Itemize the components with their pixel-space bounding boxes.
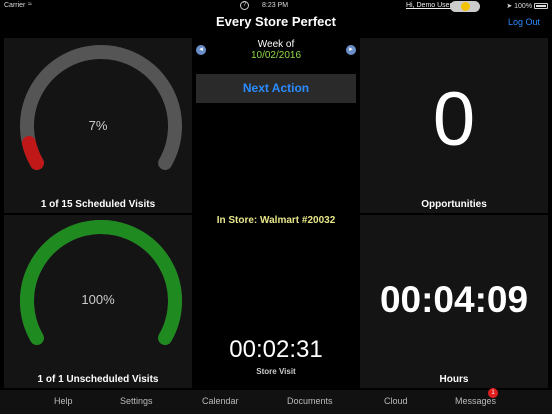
clock: 8:23 PM bbox=[262, 2, 289, 9]
gauge-fill bbox=[20, 220, 182, 345]
logout-button[interactable]: Log Out bbox=[508, 17, 540, 27]
help-icon[interactable]: ? bbox=[240, 1, 249, 10]
hours-timer: 00:04:09 bbox=[379, 279, 529, 320]
week-label: Week of bbox=[257, 39, 295, 50]
week-date: 10/02/2016 bbox=[250, 50, 302, 61]
tab-help[interactable]: Help bbox=[54, 396, 73, 406]
carrier-label: Carrier bbox=[4, 2, 26, 9]
unscheduled-percent: 100% bbox=[81, 292, 115, 307]
tab-settings[interactable]: Settings bbox=[120, 396, 153, 406]
scheduled-percent: 7% bbox=[88, 118, 108, 133]
opportunities-caption: Opportunities bbox=[421, 199, 487, 210]
navigation-bar: Hi, Demo User Every Store Perfect Log Ou… bbox=[0, 1, 552, 36]
week-panel: ◂ Week of 10/02/2016 ▸ Next Action In St… bbox=[194, 38, 358, 388]
scheduled-visits-tile[interactable]: 7% 1 of 15 Scheduled Visits bbox=[4, 38, 192, 213]
battery-icon bbox=[534, 3, 548, 9]
store-visit-timer: 00:02:31 bbox=[229, 336, 323, 363]
tab-documents[interactable]: Documents bbox=[287, 396, 333, 406]
wifi-icon: ≈ bbox=[28, 1, 32, 8]
status-right: ➤ 100% bbox=[506, 2, 548, 10]
opportunities-count: 0 bbox=[432, 77, 476, 162]
tab-cloud[interactable]: Cloud bbox=[384, 396, 408, 406]
demo-toggle[interactable] bbox=[450, 1, 480, 12]
store-visit-label: Store Visit bbox=[256, 367, 296, 376]
unscheduled-caption: 1 of 1 Unscheduled Visits bbox=[37, 374, 159, 385]
hours-tile[interactable]: 00:04:09 Hours bbox=[360, 215, 548, 388]
unscheduled-visits-tile[interactable]: 100% 1 of 1 Unscheduled Visits bbox=[4, 215, 192, 388]
gauge-fill bbox=[21, 135, 44, 170]
toggle-knob bbox=[461, 2, 470, 11]
in-store-label: In Store: Walmart #20032 bbox=[216, 215, 336, 226]
app-title: Every Store Perfect bbox=[216, 14, 336, 29]
user-greeting[interactable]: Hi, Demo User bbox=[406, 2, 452, 9]
next-action-button[interactable]: Next Action bbox=[196, 74, 356, 103]
scheduled-caption: 1 of 15 Scheduled Visits bbox=[40, 199, 156, 210]
tab-calendar[interactable]: Calendar bbox=[202, 396, 239, 406]
hours-caption: Hours bbox=[439, 374, 469, 385]
opportunities-tile[interactable]: 0 Opportunities bbox=[360, 38, 548, 213]
gauge-track bbox=[20, 45, 182, 170]
messages-badge: 1 bbox=[488, 388, 498, 398]
next-week-button[interactable]: ▸ bbox=[346, 45, 356, 55]
battery-percent: 100% bbox=[514, 3, 533, 10]
tab-bar: Help Settings Calendar Documents Cloud M… bbox=[0, 390, 552, 414]
location-arrow-icon: ➤ bbox=[506, 3, 513, 10]
